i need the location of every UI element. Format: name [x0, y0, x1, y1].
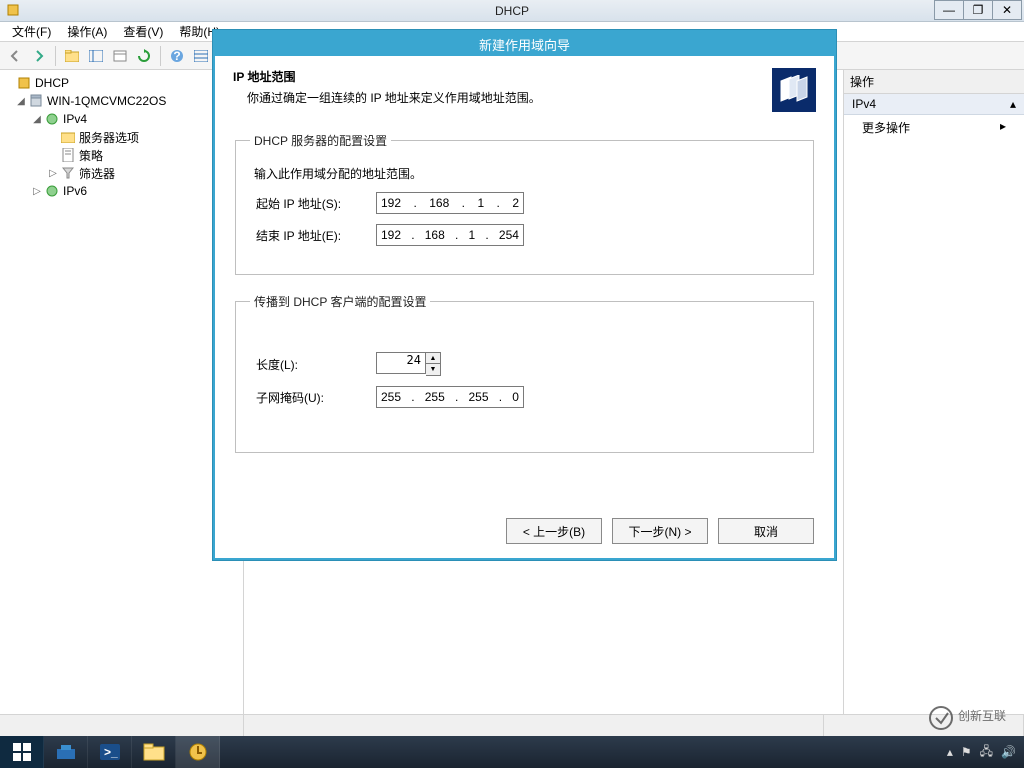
svg-text:创新互联: 创新互联 — [958, 708, 1006, 723]
actions-more[interactable]: 更多操作 ▸ — [844, 115, 1024, 140]
new-scope-wizard-dialog: 新建作用域向导 IP 地址范围 你通过确定一组连续的 IP 地址来定义作用域地址… — [213, 30, 836, 560]
tree-policies[interactable]: 策略 — [2, 146, 241, 164]
tree-root[interactable]: DHCP — [2, 74, 241, 92]
tray-flag-icon[interactable]: ⚑ — [961, 745, 972, 759]
server-icon — [28, 93, 44, 109]
ipv6-icon — [44, 183, 60, 199]
length-stepper[interactable]: ▲ ▼ — [426, 352, 441, 376]
next-button[interactable]: 下一步(N) > — [612, 518, 708, 544]
taskbar: >_ ▴ ⚑ 🖧 🔊 — [0, 736, 1024, 768]
svg-text:?: ? — [173, 49, 180, 63]
menu-file[interactable]: 文件(F) — [4, 21, 59, 42]
wizard-icon — [772, 68, 816, 112]
fieldset-server-config: DHCP 服务器的配置设置 输入此作用域分配的地址范围。 起始 IP 地址(S)… — [235, 132, 814, 275]
expand-icon[interactable]: ▷ — [30, 186, 44, 197]
tree-label: IPv4 — [63, 112, 87, 126]
spin-up-icon[interactable]: ▲ — [426, 353, 440, 364]
policy-icon — [60, 147, 76, 163]
start-ip-label: 起始 IP 地址(S): — [256, 195, 376, 212]
tree-filters[interactable]: ▷ 筛选器 — [2, 164, 241, 182]
actions-section[interactable]: IPv4 ▴ — [844, 94, 1024, 115]
actions-item-label: 更多操作 — [862, 121, 910, 135]
end-ip-input[interactable]: 192. 168. 1. 254 — [376, 224, 524, 246]
filter-icon — [60, 165, 76, 181]
back-button[interactable]: < 上一步(B) — [506, 518, 602, 544]
task-powershell[interactable]: >_ — [88, 736, 132, 768]
chevron-up-icon: ▴ — [1010, 97, 1016, 111]
tree-label: WIN-1QMCVMC22OS — [47, 94, 166, 108]
dialog-header: IP 地址范围 你通过确定一组连续的 IP 地址来定义作用域地址范围。 — [215, 56, 834, 126]
options-icon — [60, 129, 76, 145]
status-bar — [0, 714, 1024, 736]
tree-label: DHCP — [35, 76, 69, 90]
task-server-manager[interactable] — [44, 736, 88, 768]
task-dhcp[interactable] — [176, 736, 220, 768]
dialog-header-subtitle: 你通过确定一组连续的 IP 地址来定义作用域地址范围。 — [233, 89, 762, 106]
actions-panel: 操作 IPv4 ▴ 更多操作 ▸ — [844, 70, 1024, 714]
maximize-button[interactable]: ❐ — [963, 0, 993, 20]
dialog-header-title: IP 地址范围 — [233, 68, 762, 85]
toolbar-separator — [55, 46, 56, 66]
tray-chevron-icon[interactable]: ▴ — [947, 745, 953, 759]
task-explorer[interactable] — [132, 736, 176, 768]
start-ip-input[interactable]: 192. 168. 1. 2 — [376, 192, 524, 214]
start-button[interactable] — [0, 736, 44, 768]
dialog-title: 新建作用域向导 — [215, 32, 834, 56]
spin-down-icon[interactable]: ▼ — [426, 364, 440, 375]
tray-sound-icon[interactable]: 🔊 — [1001, 745, 1016, 759]
svg-text:>_: >_ — [104, 745, 118, 759]
app-icon — [6, 3, 20, 17]
tree-ipv6[interactable]: ▷ IPv6 — [2, 182, 241, 200]
chevron-right-icon: ▸ — [1000, 119, 1006, 133]
properties-icon[interactable] — [109, 45, 131, 67]
subnet-mask-label: 子网掩码(U): — [256, 389, 376, 406]
end-ip-label: 结束 IP 地址(E): — [256, 227, 376, 244]
tree-label: 策略 — [79, 147, 103, 164]
forward-button[interactable] — [28, 45, 50, 67]
length-input[interactable]: 24 — [376, 352, 426, 374]
cancel-button[interactable]: 取消 — [718, 518, 814, 544]
window-titlebar: DHCP — ❐ ✕ — [0, 0, 1024, 22]
tree-label: IPv6 — [63, 184, 87, 198]
tree-server[interactable]: ◢ WIN-1QMCVMC22OS — [2, 92, 241, 110]
length-label: 长度(L): — [256, 356, 376, 373]
dhcp-icon — [16, 75, 32, 91]
tree-label: 筛选器 — [79, 165, 115, 182]
back-button[interactable] — [4, 45, 26, 67]
tree-server-options[interactable]: 服务器选项 — [2, 128, 241, 146]
fieldset-legend: DHCP 服务器的配置设置 — [250, 132, 391, 149]
menu-action[interactable]: 操作(A) — [59, 21, 115, 42]
expand-icon[interactable]: ▷ — [46, 168, 60, 179]
window-title: DHCP — [495, 4, 529, 18]
tree-panel: DHCP ◢ WIN-1QMCVMC22OS ◢ IPv4 服务器选项 策略 ▷… — [0, 70, 244, 714]
tree-ipv4[interactable]: ◢ IPv4 — [2, 110, 241, 128]
tree-label: 服务器选项 — [79, 129, 139, 146]
subnet-mask-input[interactable]: 255. 255. 255. 0 — [376, 386, 524, 408]
minimize-button[interactable]: — — [934, 0, 964, 20]
close-button[interactable]: ✕ — [992, 0, 1022, 20]
folder-icon[interactable] — [61, 45, 83, 67]
fieldset-legend: 传播到 DHCP 客户端的配置设置 — [250, 293, 430, 310]
watermark-logo: 创新互联 — [928, 705, 1018, 734]
fieldset-prompt: 输入此作用域分配的地址范围。 — [254, 165, 799, 182]
panel-icon[interactable] — [85, 45, 107, 67]
ipv4-icon — [44, 111, 60, 127]
collapse-icon[interactable]: ◢ — [30, 114, 44, 125]
toolbar-separator — [160, 46, 161, 66]
fieldset-client-config: 传播到 DHCP 客户端的配置设置 长度(L): 24 ▲ ▼ 子网掩码(U):… — [235, 293, 814, 453]
help-icon[interactable]: ? — [166, 45, 188, 67]
tray-network-icon[interactable]: 🖧 — [980, 742, 993, 763]
view-list-icon[interactable] — [190, 45, 212, 67]
actions-section-label: IPv4 — [852, 97, 876, 111]
refresh-icon[interactable] — [133, 45, 155, 67]
menu-view[interactable]: 查看(V) — [115, 21, 171, 42]
actions-header: 操作 — [844, 70, 1024, 94]
system-tray[interactable]: ▴ ⚑ 🖧 🔊 — [939, 736, 1024, 768]
collapse-icon[interactable]: ◢ — [14, 96, 28, 107]
